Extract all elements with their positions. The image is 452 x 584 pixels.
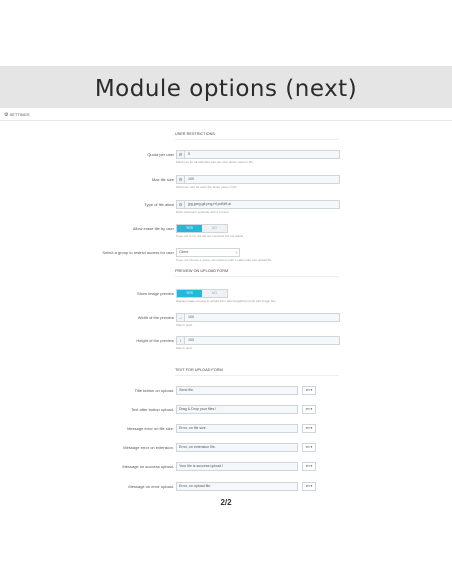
quota-value: 5 xyxy=(188,152,190,156)
max-file-size-value: 100 xyxy=(188,177,194,181)
error-file-size-label: Message error on file size. xyxy=(127,426,174,431)
error-upload-value: Error, on upload file. xyxy=(179,484,212,488)
bottom-band xyxy=(0,518,452,584)
section-preview: PREVIEW ON UPLOAD FORM xyxy=(175,269,339,277)
group-restrict-value: Client xyxy=(179,250,189,254)
group-restrict-row: Select a group to restrict access for us… xyxy=(0,248,452,262)
max-file-size-row: Max file size ⚙ 100 Maximum size for eac… xyxy=(0,175,452,189)
show-preview-toggle[interactable]: YES NO xyxy=(176,289,228,298)
language-dropdown[interactable]: en ▾ xyxy=(302,482,316,491)
allow-erase-toggle[interactable]: YES NO xyxy=(176,224,228,233)
preview-width-label: Width of the preview xyxy=(137,315,174,320)
title-button-input[interactable]: Send file. xyxy=(176,386,298,395)
height-arrows-icon: ↕ xyxy=(177,337,185,344)
quota-help: Maximum for all total files size per use… xyxy=(176,160,254,164)
allow-erase-help: If you set to no, the file are uncancel … xyxy=(176,234,245,238)
width-arrows-icon: ↔ xyxy=(177,314,185,321)
error-file-size-row: Message error on file size. Error, on fi… xyxy=(0,424,452,436)
file-types-input[interactable]: ⚙ jpg,jpeg,gif,png,rtf,pdf,tiff,ai xyxy=(176,200,340,209)
file-types-help: Enter extension separate with a comma xyxy=(176,210,229,214)
page-indicator: 2/2 xyxy=(220,498,232,507)
panel-header-label: SETTINGS xyxy=(9,112,30,117)
text-after-button-row: Text after button upload. Drag & Drop yo… xyxy=(0,405,452,417)
file-types-label: Type of file allow xyxy=(144,202,174,207)
show-preview-yes[interactable]: YES xyxy=(177,290,202,297)
language-dropdown[interactable]: en ▾ xyxy=(302,462,316,471)
panel-header: ⚙SETTINGS xyxy=(0,108,452,121)
text-after-button-value: Drag & Drop your files ! xyxy=(179,407,217,411)
language-dropdown[interactable]: en ▾ xyxy=(302,443,316,452)
text-after-button-input[interactable]: Drag & Drop your files ! xyxy=(176,405,298,414)
error-file-size-input[interactable]: Error, on file size. xyxy=(176,424,298,433)
file-types-value: jpg,jpeg,gif,png,rtf,pdf,tiff,ai xyxy=(188,202,232,206)
language-dropdown[interactable]: en ▾ xyxy=(302,405,316,414)
success-upload-value: Your file is success upload ! xyxy=(179,464,224,468)
show-preview-row: Show image preview YES NO Display image … xyxy=(0,289,452,303)
show-preview-help: Display image preview in upload form aft… xyxy=(176,299,276,303)
preview-height-label: Height of the preview xyxy=(136,338,174,343)
show-preview-no[interactable]: NO xyxy=(202,290,227,297)
error-extension-input[interactable]: Error, on extension file. xyxy=(176,443,298,452)
allow-erase-yes[interactable]: YES xyxy=(177,225,202,232)
max-file-size-help: Maximum size for each file. Enter value … xyxy=(176,185,238,189)
settings-addon-icon: ⚙ xyxy=(177,151,185,158)
max-file-size-input[interactable]: ⚙ 100 xyxy=(176,175,340,184)
preview-height-input[interactable]: ↕ 100 xyxy=(176,336,340,345)
language-dropdown[interactable]: en ▾ xyxy=(302,424,316,433)
show-preview-label: Show image preview xyxy=(137,291,174,296)
preview-height-row: Height of the preview ↕ 100 Size in pixe… xyxy=(0,336,452,350)
settings-panel: ⚙SETTINGS USER RESTRICTIONS Quota per us… xyxy=(0,108,452,518)
language-dropdown[interactable]: en ▾ xyxy=(302,386,316,395)
quota-row: Quota per user ⚙ 5 Maximum for all total… xyxy=(0,150,452,164)
error-extension-label: Message error on extension. xyxy=(123,445,174,450)
title-button-label: Title button on upload. xyxy=(134,388,174,393)
error-extension-row: Message error on extension. Error, on ex… xyxy=(0,443,452,455)
top-band xyxy=(0,0,452,66)
preview-width-help: Size in pixel xyxy=(176,323,193,327)
group-restrict-help: If you not choose a group, all customer … xyxy=(176,258,272,262)
settings-addon-icon: ⚙ xyxy=(177,176,185,183)
max-file-size-label: Max file size xyxy=(151,177,174,182)
select-arrow-icon: ↕ xyxy=(235,250,237,255)
title-button-row: Title button on upload. Send file. en ▾ xyxy=(0,386,452,398)
error-upload-row: Message on error upload. Error, on uploa… xyxy=(0,482,452,494)
quota-label: Quota per user xyxy=(147,152,174,157)
group-restrict-label: Select a group to restrict access for us… xyxy=(102,250,174,255)
allow-erase-label: Allow erase file by user xyxy=(132,226,174,231)
text-after-button-label: Text after button upload. xyxy=(131,407,174,412)
group-restrict-select[interactable]: Client ↕ xyxy=(176,248,240,257)
success-upload-row: Message on success upload. Your file is … xyxy=(0,462,452,474)
success-upload-label: Message on success upload. xyxy=(122,464,174,469)
title-button-value: Send file. xyxy=(179,388,194,392)
success-upload-input[interactable]: Your file is success upload ! xyxy=(176,462,298,471)
quota-input[interactable]: ⚙ 5 xyxy=(176,150,340,159)
preview-width-input[interactable]: ↔ 100 xyxy=(176,313,340,322)
page-title: Module options (next) xyxy=(94,76,358,102)
settings-addon-icon: ⚙ xyxy=(177,201,185,208)
preview-width-value: 100 xyxy=(188,315,194,319)
error-upload-input[interactable]: Error, on upload file. xyxy=(176,482,298,491)
section-text: TEXT FOR UPLOAD FORM xyxy=(175,368,339,376)
file-types-row: Type of file allow ⚙ jpg,jpeg,gif,png,rt… xyxy=(0,200,452,214)
section-user-restrictions: USER RESTRICTIONS xyxy=(175,132,339,140)
error-extension-value: Error, on extension file. xyxy=(179,445,216,449)
error-upload-label: Message on error upload. xyxy=(128,484,174,489)
allow-erase-no[interactable]: NO xyxy=(202,225,227,232)
preview-width-row: Width of the preview ↔ 100 Size in pixel xyxy=(0,313,452,327)
allow-erase-row: Allow erase file by user YES NO If you s… xyxy=(0,224,452,238)
preview-height-help: Size in pixel xyxy=(176,346,193,350)
preview-height-value: 100 xyxy=(188,338,194,342)
error-file-size-value: Error, on file size. xyxy=(179,426,207,430)
gear-icon: ⚙ xyxy=(4,112,9,118)
